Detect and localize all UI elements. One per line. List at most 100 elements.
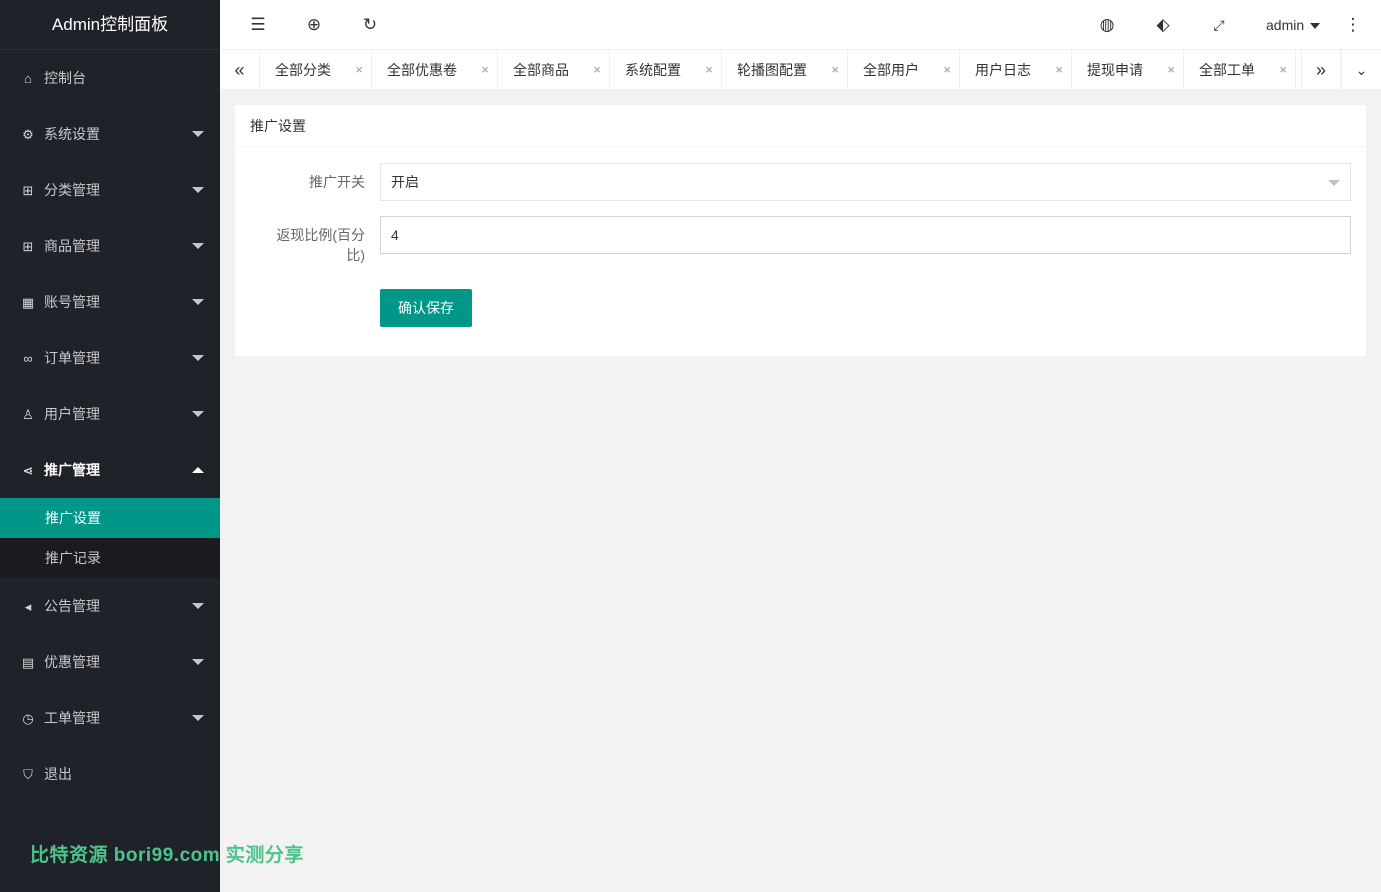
chevron-down-icon <box>192 299 204 305</box>
sidebar-item-system-settings[interactable]: ⚙ 系统设置 <box>0 106 220 162</box>
close-icon[interactable]: × <box>705 50 713 90</box>
chevron-down-icon <box>1328 180 1340 186</box>
tab-label: 全部优惠卷 <box>387 62 457 78</box>
tab-label: 全部商品 <box>513 62 569 78</box>
tabs-scroll-right-icon[interactable]: » <box>1301 50 1341 90</box>
tab-all-users[interactable]: 全部用户 × <box>848 50 960 90</box>
sidebar-item-orders[interactable]: ∞ 订单管理 <box>0 330 220 386</box>
sidebar-subitem-promotion-settings[interactable]: 推广设置 <box>0 498 220 538</box>
globe-icon[interactable]: ⊕ <box>299 0 329 50</box>
tab-label: 系统配置 <box>625 62 681 78</box>
close-icon[interactable]: × <box>355 50 363 90</box>
user-icon: ♙ <box>22 407 34 422</box>
speaker-icon: ◂ <box>24 599 32 614</box>
close-icon[interactable]: × <box>1055 50 1063 90</box>
sidebar-item-products[interactable]: ⊞ 商品管理 <box>0 218 220 274</box>
more-vertical-icon[interactable]: ⋮ <box>1338 0 1368 50</box>
sidebar-item-promotion[interactable]: ⋖ 推广管理 <box>0 442 220 498</box>
tab-label: 全部工单 <box>1199 62 1255 78</box>
grid-icon: ▦ <box>21 295 35 310</box>
card-title: 推广设置 <box>235 105 1366 147</box>
sidebar-item-label: 商品管理 <box>44 238 100 254</box>
chevron-down-icon <box>192 131 204 137</box>
tab-label: 提现申请 <box>1087 62 1143 78</box>
sidebar-item-announcements[interactable]: ◂ 公告管理 <box>0 578 220 634</box>
share-icon: ⋖ <box>22 463 34 478</box>
tab-label: 轮播图配置 <box>737 62 807 78</box>
home-icon: ⌂ <box>24 71 32 86</box>
watermark: 比特资源 bori99.com 实测分享 <box>30 845 304 866</box>
tabs-scroll-left-icon[interactable]: « <box>220 50 260 90</box>
chevron-down-icon <box>192 355 204 361</box>
sidebar-item-label: 退出 <box>44 766 72 782</box>
refresh-icon[interactable]: ↻ <box>355 0 385 50</box>
sidebar-item-label: 控制台 <box>44 70 86 86</box>
sidebar-item-label: 订单管理 <box>44 350 100 366</box>
sidebar-item-label: 推广管理 <box>44 462 100 478</box>
sidebar-item-discounts[interactable]: ▤ 优惠管理 <box>0 634 220 690</box>
close-icon[interactable]: × <box>593 50 601 90</box>
sidebar: Admin控制面板 ⌂ 控制台 ⚙ 系统设置 ⊞ 分类管理 ⊞ 商品管理 ▦ 账号管理 ∞… <box>0 0 220 892</box>
chevron-down-icon <box>192 659 204 665</box>
sidebar-item-dashboard[interactable]: ⌂ 控制台 <box>0 50 220 106</box>
chevron-down-icon <box>192 243 204 249</box>
tab-user-logs[interactable]: 用户日志 × <box>960 50 1072 90</box>
apps-icon: ⊞ <box>22 183 34 198</box>
menu-collapse-icon[interactable]: ☰ <box>243 0 273 50</box>
sidebar-item-label: 工单管理 <box>44 710 100 726</box>
close-icon[interactable]: × <box>481 50 489 90</box>
tab-all-products[interactable]: 全部商品 × <box>498 50 610 90</box>
tag-icon[interactable]: ⬖ <box>1148 0 1178 50</box>
sidebar-item-label: 公告管理 <box>44 598 100 614</box>
tabs-bar: « 全部分类 × 全部优惠卷 × 全部商品 × 系统配置 × 轮播图配置 × 全部用户 × … <box>220 50 1381 90</box>
save-button[interactable]: 确认保存 <box>380 289 472 327</box>
cashback-ratio-input[interactable] <box>380 216 1351 254</box>
sidebar-item-category[interactable]: ⊞ 分类管理 <box>0 162 220 218</box>
chevron-down-icon <box>192 187 204 193</box>
link-icon: ∞ <box>23 351 33 366</box>
tab-all-tickets[interactable]: 全部工单 × <box>1184 50 1296 90</box>
sidebar-item-label: 账号管理 <box>44 294 100 310</box>
sidebar-item-logout[interactable]: ⛉ 退出 <box>0 746 220 802</box>
apps-icon: ⊞ <box>22 239 34 254</box>
chevron-down-icon <box>1310 23 1321 30</box>
sidebar-subnav-promotion: 推广设置 推广记录 <box>0 498 220 578</box>
sidebar-subitem-promotion-records[interactable]: 推广记录 <box>0 538 220 578</box>
tab-system-config[interactable]: 系统配置 × <box>610 50 722 90</box>
app-logo: Admin控制面板 <box>0 0 220 50</box>
sidebar-item-label: 分类管理 <box>44 182 100 198</box>
close-icon[interactable]: × <box>1167 50 1175 90</box>
sidebar-item-users[interactable]: ♙ 用户管理 <box>0 386 220 442</box>
close-icon[interactable]: × <box>1279 50 1287 90</box>
tab-label: 全部用户 <box>863 62 919 78</box>
switch-label: 推广开关 <box>309 174 365 190</box>
user-menu[interactable]: admin <box>1266 0 1321 50</box>
fullscreen-icon[interactable]: ⤢ <box>1204 0 1234 50</box>
sidebar-item-label: 系统设置 <box>44 126 100 142</box>
gear-icon: ⚙ <box>22 127 34 142</box>
sidebar-item-tickets[interactable]: ◷ 工单管理 <box>0 690 220 746</box>
tab-withdraw-requests[interactable]: 提现申请 × <box>1072 50 1184 90</box>
username: admin <box>1266 17 1305 33</box>
top-header: ☰ ⊕ ↻ ◍ ⬖ ⤢ admin ⋮ <box>220 0 1381 50</box>
tab-all-categories[interactable]: 全部分类 × <box>260 50 372 90</box>
select-value: 开启 <box>391 174 419 190</box>
sidebar-item-accounts[interactable]: ▦ 账号管理 <box>0 274 220 330</box>
tab-all-coupons[interactable]: 全部优惠卷 × <box>372 50 498 90</box>
sidebar-item-label: 用户管理 <box>44 406 100 422</box>
chevron-down-icon <box>192 603 204 609</box>
close-icon[interactable]: × <box>831 50 839 90</box>
tab-carousel-config[interactable]: 轮播图配置 × <box>722 50 848 90</box>
tab-label: 全部分类 <box>275 62 331 78</box>
shield-icon: ⛉ <box>23 767 33 782</box>
palette-icon[interactable]: ◍ <box>1092 0 1122 50</box>
chevron-up-icon <box>192 467 204 473</box>
ratio-label: 返现比例(百分比) <box>276 227 365 263</box>
tab-label: 用户日志 <box>975 62 1031 78</box>
tabs-menu-chevron-icon[interactable]: ⌄ <box>1341 50 1381 90</box>
calendar-icon: ▤ <box>21 655 35 670</box>
clock-icon: ◷ <box>22 711 34 726</box>
promotion-switch-select[interactable]: 开启 <box>380 163 1351 201</box>
sidebar-item-label: 优惠管理 <box>44 654 100 670</box>
close-icon[interactable]: × <box>943 50 951 90</box>
